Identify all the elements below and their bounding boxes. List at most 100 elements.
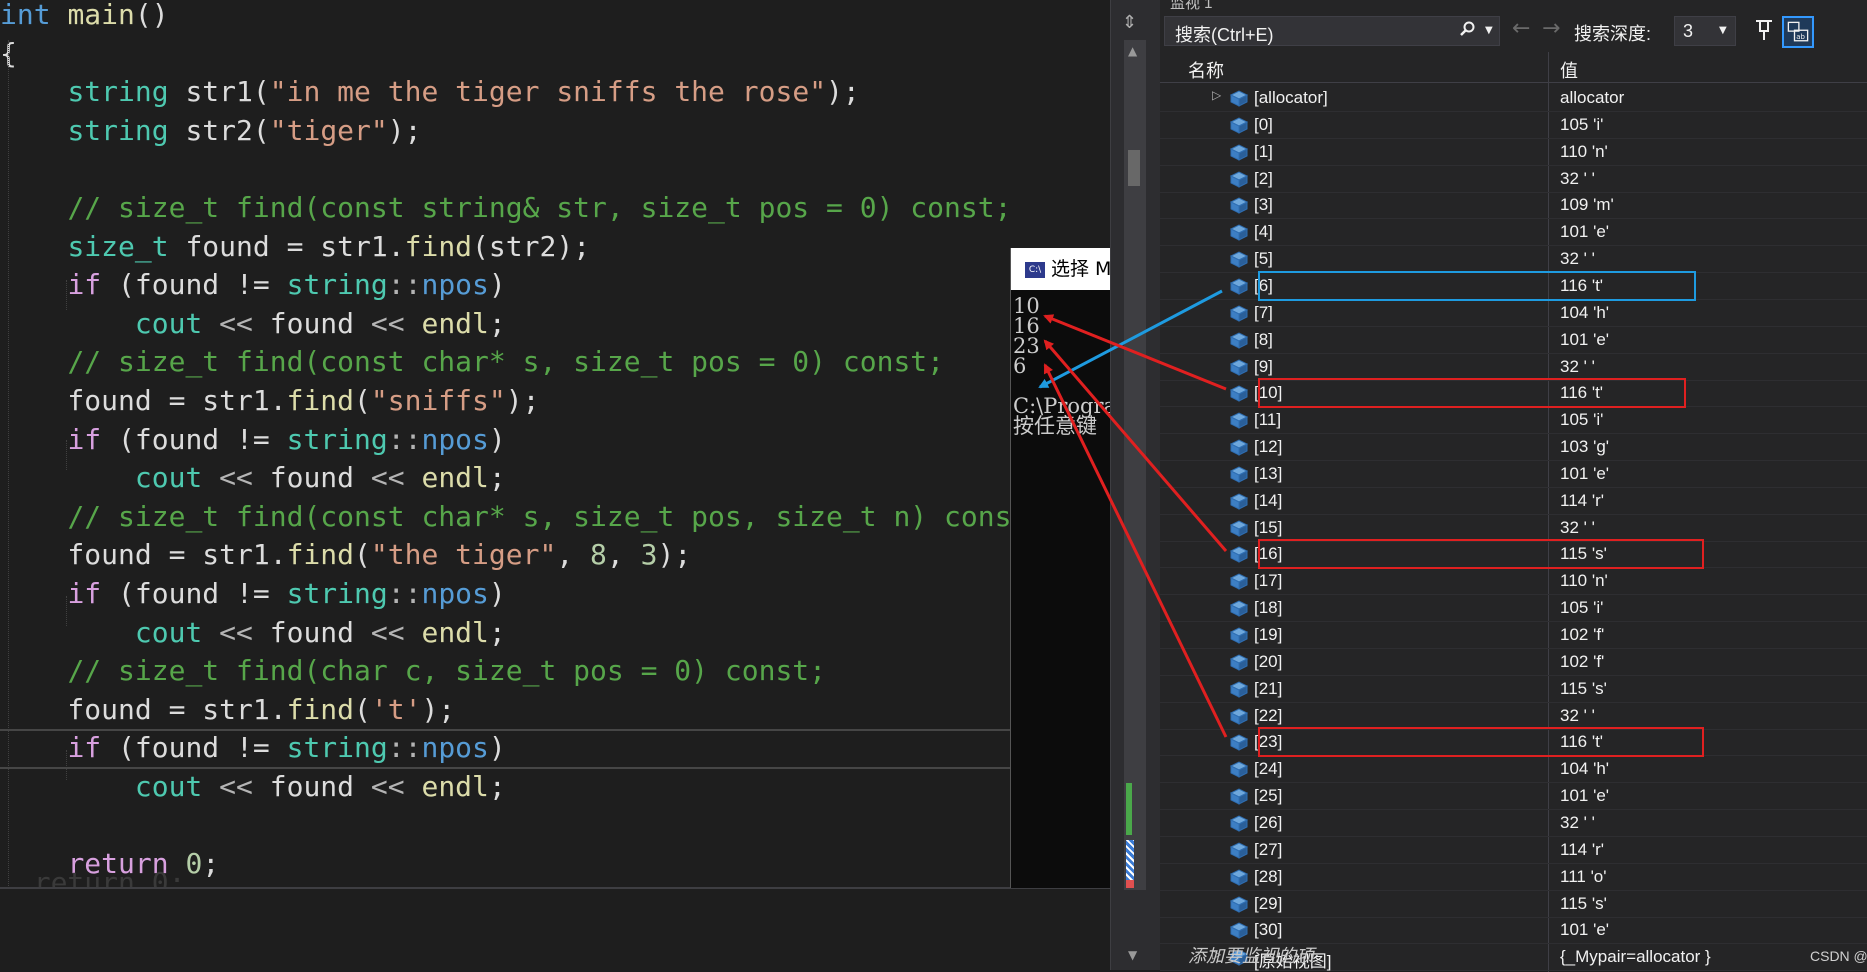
watch-row-value[interactable]: 101 'e' — [1560, 222, 1609, 242]
code-line[interactable]: cout << found << endl; — [0, 614, 506, 651]
watch-row[interactable]: [0] 105 'i' — [1160, 111, 1867, 139]
watch-search-input[interactable]: 搜索(Ctrl+E) ▼ — [1164, 16, 1500, 46]
watch-row[interactable]: [7] 104 'h' — [1160, 299, 1867, 327]
watch-row-value[interactable]: 32 ' ' — [1560, 518, 1595, 538]
watch-row[interactable]: [22] 32 ' ' — [1160, 702, 1867, 730]
code-line[interactable]: found = str1.find("the tiger", 8, 3); — [0, 536, 691, 573]
code-line[interactable]: if (found != string::npos) — [0, 266, 505, 303]
watch-row[interactable]: [15] 32 ' ' — [1160, 514, 1867, 542]
search-forward-arrow-icon[interactable]: → — [1542, 16, 1560, 41]
hex-display-icon[interactable]: ab — [1782, 16, 1814, 48]
watch-row-value[interactable]: 116 't' — [1560, 276, 1603, 296]
watch-row-value[interactable]: 110 'n' — [1560, 571, 1608, 591]
code-line[interactable]: // size_t find(const char* s, size_t pos… — [0, 498, 1045, 535]
watch-row-value[interactable]: 32 ' ' — [1560, 249, 1595, 269]
watch-row-value[interactable]: {_Mypair=allocator } — [1560, 947, 1711, 967]
pin-icon[interactable] — [1754, 18, 1774, 42]
watch-row[interactable]: [8] 101 'e' — [1160, 326, 1867, 354]
watch-row-value[interactable]: 101 'e' — [1560, 920, 1609, 940]
watch-row[interactable]: [11] 105 'i' — [1160, 406, 1867, 435]
watch-row-value[interactable]: 115 's' — [1560, 894, 1607, 914]
watch-row[interactable]: [9] 32 ' ' — [1160, 353, 1867, 381]
watch-row[interactable]: [3] 109 'm' — [1160, 191, 1867, 220]
watch-row-value[interactable]: 32 ' ' — [1560, 169, 1595, 189]
watch-row-value[interactable]: 105 'i' — [1560, 115, 1603, 135]
watch-row[interactable]: ▷ [allocator] allocator — [1160, 84, 1867, 112]
code-line[interactable]: if (found != string::npos) — [0, 575, 505, 612]
watch-row[interactable]: [12] 103 'g' — [1160, 433, 1867, 462]
code-line[interactable]: found = str1.find("sniffs"); — [0, 382, 539, 419]
search-dropdown-icon[interactable]: ▼ — [1485, 25, 1493, 36]
code-line[interactable]: string str1("in me the tiger sniffs the … — [0, 73, 859, 110]
code-line[interactable]: // size_t find(char c, size_t pos = 0) c… — [0, 652, 826, 689]
watch-row-value[interactable]: 116 't' — [1560, 732, 1603, 752]
watch-row-value[interactable]: 110 'n' — [1560, 142, 1608, 162]
scrollbar-thumb[interactable] — [1128, 150, 1140, 186]
watch-row-value[interactable]: 101 'e' — [1560, 464, 1609, 484]
add-watch-item-input[interactable]: 添加要监视的项 — [1188, 942, 1314, 968]
watch-row[interactable]: [17] 110 'n' — [1160, 567, 1867, 596]
watch-row[interactable]: [5] 32 ' ' — [1160, 245, 1867, 274]
watch-row-value[interactable]: allocator — [1560, 88, 1624, 108]
expand-arrow-icon[interactable]: ▷ — [1212, 88, 1221, 102]
watch-row[interactable]: [2] 32 ' ' — [1160, 165, 1867, 193]
watch-row-value[interactable]: 105 'i' — [1560, 410, 1603, 430]
watch-row-value[interactable]: 114 'r' — [1560, 840, 1604, 860]
watch-row-value[interactable]: 109 'm' — [1560, 195, 1614, 215]
code-line[interactable]: cout << found << endl; — [0, 305, 506, 342]
watch-row[interactable]: [23] 116 't' — [1160, 728, 1867, 757]
watch-row-value[interactable]: 114 'r' — [1560, 491, 1604, 511]
watch-row[interactable]: [14] 114 'r' — [1160, 487, 1867, 515]
watch-row[interactable]: [19] 102 'f' — [1160, 621, 1867, 649]
scroll-up-arrow-icon[interactable]: ▲ — [1128, 44, 1137, 58]
watch-row-value[interactable]: 115 's' — [1560, 679, 1607, 699]
split-editor-icon[interactable]: ⇕ — [1122, 12, 1137, 33]
watch-row-value[interactable]: 32 ' ' — [1560, 706, 1595, 726]
watch-row[interactable]: [1] 110 'n' — [1160, 138, 1867, 166]
code-editor[interactable]: int main(){ string str1("in me the tiger… — [0, 0, 1110, 887]
search-back-arrow-icon[interactable]: ← — [1512, 16, 1530, 41]
code-line[interactable]: int main() — [0, 0, 169, 33]
watch-row-value[interactable]: 101 'e' — [1560, 786, 1609, 806]
scroll-down-arrow-icon[interactable]: ▼ — [1128, 948, 1137, 962]
column-value-header[interactable]: 值 — [1560, 57, 1578, 83]
watch-row[interactable]: [4] 101 'e' — [1160, 218, 1867, 247]
watch-row[interactable]: [28] 111 'o' — [1160, 863, 1867, 891]
code-line[interactable]: string str2("tiger"); — [0, 112, 421, 149]
column-name-header[interactable]: 名称 — [1188, 57, 1224, 83]
watch-row[interactable]: [6] 116 't' — [1160, 272, 1867, 300]
watch-row-value[interactable]: 105 'i' — [1560, 598, 1603, 618]
search-depth-select[interactable]: 3 ▼ — [1674, 16, 1736, 46]
watch-row[interactable]: [25] 101 'e' — [1160, 782, 1867, 811]
watch-row-value[interactable]: 104 'h' — [1560, 759, 1609, 779]
watch-row[interactable]: [30] 101 'e' — [1160, 916, 1867, 945]
watch-row[interactable]: [16] 115 's' — [1160, 540, 1867, 569]
code-line[interactable]: // size_t find(const string& str, size_t… — [0, 189, 1011, 226]
watch-row-value[interactable]: 111 'o' — [1560, 867, 1607, 887]
watch-row[interactable]: [24] 104 'h' — [1160, 755, 1867, 784]
console-title-bar[interactable]: C:\ 选择 M — [1011, 248, 1111, 290]
watch-row-value[interactable]: 115 's' — [1560, 544, 1607, 564]
watch-row-value[interactable]: 102 'f' — [1560, 625, 1604, 645]
code-line[interactable]: // size_t find(const char* s, size_t pos… — [0, 343, 944, 380]
watch-row-value[interactable]: 104 'h' — [1560, 303, 1609, 323]
code-line[interactable]: size_t found = str1.find(str2); — [0, 228, 590, 265]
code-line[interactable]: if (found != string::npos) — [0, 421, 505, 458]
code-line[interactable]: cout << found << endl; — [0, 768, 506, 805]
watch-row[interactable]: [13] 101 'e' — [1160, 460, 1867, 488]
watch-row-value[interactable]: 101 'e' — [1560, 330, 1609, 350]
code-line[interactable]: found = str1.find('t'); — [0, 691, 455, 728]
watch-row-value[interactable]: 32 ' ' — [1560, 813, 1595, 833]
code-line[interactable]: cout << found << endl; — [0, 459, 506, 496]
watch-row[interactable]: [20] 102 'f' — [1160, 648, 1867, 676]
code-line[interactable]: if (found != string::npos) — [0, 729, 505, 766]
watch-row[interactable]: [21] 115 's' — [1160, 675, 1867, 703]
watch-row[interactable]: [26] 32 ' ' — [1160, 809, 1867, 837]
watch-row[interactable]: [27] 114 'r' — [1160, 836, 1867, 864]
watch-row[interactable]: [18] 105 'i' — [1160, 594, 1867, 623]
watch-row-value[interactable]: 103 'g' — [1560, 437, 1609, 457]
console-window[interactable]: C:\ 选择 M 10 16 23 6 C:\Progra 按任意键 — [1010, 248, 1111, 888]
watch-row-value[interactable]: 116 't' — [1560, 383, 1603, 403]
search-icon[interactable] — [1459, 21, 1475, 37]
watch-row[interactable]: [10] 116 't' — [1160, 379, 1867, 408]
